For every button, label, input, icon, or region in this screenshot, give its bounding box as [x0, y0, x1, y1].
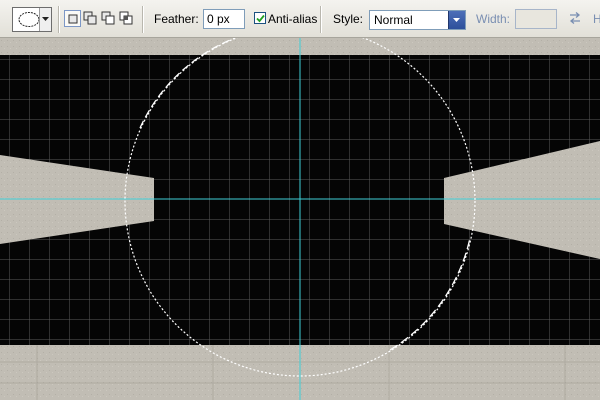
add-to-selection-button[interactable] [82, 10, 99, 27]
canvas-artwork [0, 38, 600, 400]
intersect-with-selection-button[interactable] [118, 10, 135, 27]
style-select-value: Normal [374, 13, 413, 27]
document-canvas[interactable] [0, 38, 600, 400]
subtract-from-selection-button[interactable] [100, 10, 117, 27]
height-label: H [593, 12, 600, 26]
style-label: Style: [333, 12, 364, 26]
anti-alias-label: Anti-alias [268, 12, 318, 26]
tool-preset-picker[interactable] [12, 7, 52, 32]
separator [320, 6, 322, 33]
tool-preset-dropdown-arrow[interactable] [39, 8, 51, 31]
width-input[interactable] [515, 9, 557, 29]
separator [58, 6, 60, 33]
feather-input[interactable] [203, 9, 245, 29]
anti-alias-checkbox[interactable] [254, 12, 266, 24]
style-select[interactable]: Normal [369, 10, 466, 30]
separator [142, 6, 144, 33]
width-label: Width: [476, 12, 511, 26]
swap-arrows-icon[interactable] [568, 11, 582, 28]
new-selection-button[interactable] [64, 10, 81, 27]
options-bar: Feather: Anti-alias Style: Normal Width:… [0, 0, 600, 38]
chevron-down-icon[interactable] [448, 11, 465, 29]
feather-label: Feather: [154, 12, 199, 26]
